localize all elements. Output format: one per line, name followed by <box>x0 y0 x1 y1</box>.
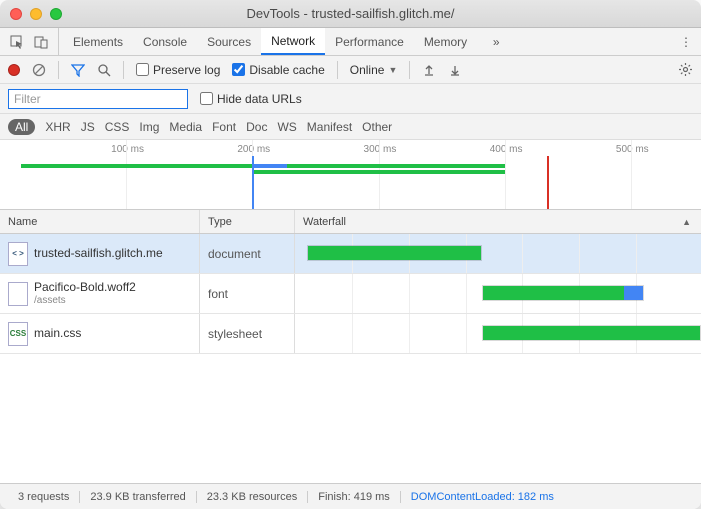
dcl-line <box>252 156 254 209</box>
waterfall-cell <box>295 234 701 273</box>
type-filter-bar: All XHR JS CSS Img Media Font Doc WS Manifest Othe… <box>0 114 701 140</box>
request-type: document <box>200 234 295 273</box>
clear-icon[interactable] <box>32 63 46 77</box>
status-resources: 23.3 KB resources <box>197 491 309 503</box>
disable-cache-checkbox[interactable]: Disable cache <box>232 63 324 77</box>
file-icon <box>8 282 28 306</box>
gear-icon[interactable] <box>678 62 693 77</box>
request-name: trusted-sailfish.glitch.me <box>34 246 163 260</box>
tab-elements[interactable]: Elements <box>63 28 133 55</box>
requests-table-header: Name Type Waterfall ▲ <box>0 210 701 234</box>
hide-data-urls-checkbox[interactable]: Hide data URLs <box>200 92 302 106</box>
waterfall-cell <box>295 314 701 353</box>
titlebar: DevTools - trusted-sailfish.glitch.me/ <box>0 0 701 28</box>
timeline-tick: 500 ms <box>616 144 649 155</box>
status-transferred: 23.9 KB transferred <box>80 491 196 503</box>
hide-data-urls-label: Hide data URLs <box>217 92 302 106</box>
search-icon[interactable] <box>97 63 111 77</box>
window-title: DevTools - trusted-sailfish.glitch.me/ <box>0 6 701 21</box>
type-filter-doc[interactable]: Doc <box>246 120 267 134</box>
load-line <box>547 156 549 209</box>
status-requests: 3 requests <box>8 491 80 503</box>
filter-bar: Hide data URLs <box>0 84 701 114</box>
devtools-window: DevTools - trusted-sailfish.glitch.me/ E… <box>0 0 701 509</box>
type-filter-other[interactable]: Other <box>362 120 392 134</box>
tab-console[interactable]: Console <box>133 28 197 55</box>
timeline-tick: 300 ms <box>364 144 397 155</box>
status-dcl[interactable]: DOMContentLoaded: 182 ms <box>401 491 564 503</box>
filter-icon[interactable] <box>71 63 85 77</box>
timeline-tick: 200 ms <box>237 144 270 155</box>
tab-memory[interactable]: Memory <box>414 28 477 55</box>
type-filter-all[interactable]: All <box>8 119 35 135</box>
status-finish: Finish: 419 ms <box>308 491 401 503</box>
type-filter-ws[interactable]: WS <box>277 120 296 134</box>
disable-cache-label: Disable cache <box>249 63 324 77</box>
tab-performance[interactable]: Performance <box>325 28 414 55</box>
upload-har-icon[interactable] <box>422 63 436 77</box>
type-filter-font[interactable]: Font <box>212 120 236 134</box>
tab-network[interactable]: Network <box>261 28 325 55</box>
col-waterfall[interactable]: Waterfall ▲ <box>295 210 701 233</box>
kebab-menu-icon[interactable]: ⋮ <box>677 35 695 49</box>
table-row[interactable]: < > trusted-sailfish.glitch.me document <box>0 234 701 274</box>
col-name[interactable]: Name <box>0 210 200 233</box>
record-button[interactable] <box>8 64 20 76</box>
table-row[interactable]: Pacifico-Bold.woff2/assets font <box>0 274 701 314</box>
device-mode-icon[interactable] <box>34 35 48 49</box>
timeline-overview[interactable]: 100 ms 200 ms 300 ms 400 ms 500 ms <box>0 140 701 210</box>
timeline-tick: 400 ms <box>490 144 523 155</box>
filter-input[interactable] <box>8 89 188 109</box>
requests-table: < >trusted-sailfish.glitch.medocumentPac… <box>0 234 701 483</box>
type-filter-js[interactable]: JS <box>81 120 95 134</box>
throttling-value: Online <box>350 63 385 77</box>
chevron-down-icon: ▼ <box>388 65 397 75</box>
timeline-tick: 100 ms <box>111 144 144 155</box>
type-filter-xhr[interactable]: XHR <box>45 120 70 134</box>
type-filter-css[interactable]: CSS <box>105 120 130 134</box>
status-bar: 3 requests 23.9 KB transferred 23.3 KB r… <box>0 483 701 509</box>
throttling-select[interactable]: Online ▼ <box>350 63 398 77</box>
preserve-log-checkbox[interactable]: Preserve log <box>136 63 220 77</box>
request-path: /assets <box>34 295 136 307</box>
download-har-icon[interactable] <box>448 63 462 77</box>
network-toolbar: Preserve log Disable cache Online ▼ <box>0 56 701 84</box>
preserve-log-label: Preserve log <box>153 63 220 77</box>
col-type[interactable]: Type <box>200 210 295 233</box>
more-panels-icon[interactable]: » <box>487 35 505 49</box>
table-row[interactable]: CSS main.css stylesheet <box>0 314 701 354</box>
sort-asc-icon: ▲ <box>682 217 691 227</box>
type-filter-manifest[interactable]: Manifest <box>307 120 352 134</box>
css-file-icon: CSS <box>8 322 28 346</box>
request-name: Pacifico-Bold.woff2 <box>34 280 136 294</box>
document-file-icon: < > <box>8 242 28 266</box>
inspect-element-icon[interactable] <box>10 35 24 49</box>
request-type: font <box>200 274 295 313</box>
type-filter-media[interactable]: Media <box>169 120 202 134</box>
tab-sources[interactable]: Sources <box>197 28 261 55</box>
request-type: stylesheet <box>200 314 295 353</box>
type-filter-img[interactable]: Img <box>139 120 159 134</box>
waterfall-cell <box>295 274 701 313</box>
panel-tabbar: ElementsConsoleSourcesNetworkPerformance… <box>0 28 701 56</box>
request-name: main.css <box>34 326 81 340</box>
